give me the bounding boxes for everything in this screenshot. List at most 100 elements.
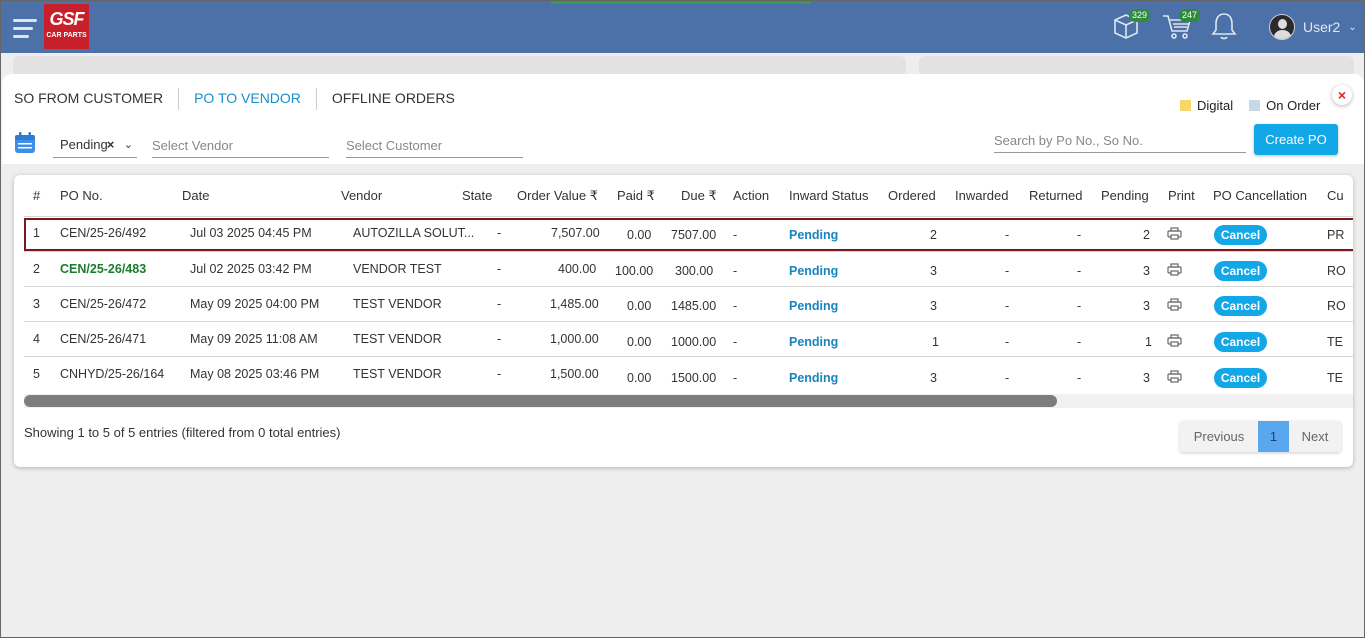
printer-icon[interactable] [1167,298,1182,311]
action-value[interactable]: - [733,335,737,349]
bell-icon[interactable] [1211,11,1237,44]
col-inwarded[interactable]: Inwarded [955,188,1008,203]
col-state[interactable]: State [462,188,492,203]
status-value: Pending [60,137,108,152]
due-value: 1000.00 [671,335,717,349]
col-order-value[interactable]: Order Value ₹ [517,188,598,204]
table-row[interactable]: 1 CEN/25-26/492 Jul 03 2025 04:45 PM AUT… [24,216,1353,251]
avatar [1269,14,1295,40]
inward-status[interactable]: Pending [789,371,838,385]
chevron-down-icon: ⌄ [1348,21,1357,33]
scrollbar-thumb[interactable] [24,395,1057,407]
customer-value: RO [1327,299,1346,313]
user-menu[interactable]: User2 ⌄ [1269,14,1357,40]
col-customer[interactable]: Cu [1327,188,1344,203]
customer-value: RO [1327,264,1346,278]
cart-icon[interactable]: 247 [1161,9,1201,44]
po-table: # PO No. Date Vendor State Order Value ₹… [14,175,1353,467]
previous-button[interactable]: Previous [1180,421,1258,452]
next-button[interactable]: Next [1289,421,1341,452]
due-value: 300.00 [675,264,714,278]
legend-digital: Digital [1180,98,1233,113]
po-number[interactable]: CEN/25-26/483 [60,262,146,276]
box-icon[interactable]: 329 [1111,9,1151,44]
action-value[interactable]: - [733,228,737,242]
create-po-button[interactable]: Create PO [1254,124,1338,155]
po-date: Jul 03 2025 04:45 PM [190,226,312,240]
row-index: 5 [33,367,40,381]
cancel-button[interactable]: Cancel [1214,261,1267,281]
logo[interactable]: GSF CAR PARTS [44,4,89,49]
action-value[interactable]: - [733,264,737,278]
modal-header: SO FROM CUSTOMER PO TO VENDOR OFFLINE OR… [2,74,1364,164]
pending-qty: 3 [1143,264,1150,278]
vendor-select[interactable] [152,134,329,158]
col-due[interactable]: Due ₹ [681,188,717,204]
customer-value: PR [1327,228,1345,242]
state-value: - [497,332,502,346]
user-name: User2 [1303,19,1341,35]
row-index: 4 [33,332,40,346]
close-button[interactable]: × [1332,85,1352,105]
col-returned[interactable]: Returned [1029,188,1082,203]
col-paid[interactable]: Paid ₹ [617,188,655,204]
action-value[interactable]: - [733,299,737,313]
row-index: 2 [33,262,40,276]
returned-qty: - [1077,371,1082,385]
po-number[interactable]: CEN/25-26/471 [60,332,146,346]
col-vendor[interactable]: Vendor [341,188,382,203]
customer-select[interactable] [346,134,523,158]
legend-label: On Order [1266,98,1321,113]
table-row[interactable]: 5 CNHYD/25-26/164 May 08 2025 03:46 PM T… [24,356,1353,391]
printer-icon[interactable] [1167,370,1182,383]
col-inward-status[interactable]: Inward Status [789,188,869,203]
printer-icon[interactable] [1167,263,1182,276]
vendor-name: TEST VENDOR [353,367,442,381]
status-select[interactable]: Pending× ⌄ [53,136,137,158]
col-pending[interactable]: Pending [1101,188,1149,203]
cancel-button[interactable]: Cancel [1214,332,1267,352]
paid-value: 0.00 [627,371,652,385]
table-row[interactable]: 4 CEN/25-26/471 May 09 2025 11:08 AM TES… [24,321,1353,356]
table-row[interactable]: 2 CEN/25-26/483 Jul 02 2025 03:42 PM VEN… [24,251,1353,286]
action-value[interactable]: - [733,371,737,385]
col-po-no[interactable]: PO No. [60,188,103,203]
returned-qty: - [1077,264,1082,278]
menu-icon[interactable] [13,19,37,39]
horizontal-scrollbar[interactable] [24,394,1353,408]
inward-status[interactable]: Pending [789,335,838,349]
cancel-button[interactable]: Cancel [1214,368,1267,388]
legend-label: Digital [1197,98,1234,113]
search-input[interactable] [994,129,1246,153]
calendar-icon[interactable] [14,132,36,154]
col-date[interactable]: Date [182,188,209,203]
order-tabs: SO FROM CUSTOMER PO TO VENDOR OFFLINE OR… [14,88,470,110]
po-number[interactable]: CEN/25-26/492 [60,226,146,240]
inward-status[interactable]: Pending [789,299,838,313]
po-number[interactable]: CNHYD/25-26/164 [60,367,164,381]
page-1-button[interactable]: 1 [1258,421,1289,452]
tab-offline-orders[interactable]: OFFLINE ORDERS [317,88,470,110]
inward-status[interactable]: Pending [789,264,838,278]
inward-status[interactable]: Pending [789,228,838,242]
printer-icon[interactable] [1167,334,1182,347]
cancel-button[interactable]: Cancel [1214,296,1267,316]
tab-so-from-customer[interactable]: SO FROM CUSTOMER [14,88,180,110]
cancel-button[interactable]: Cancel [1214,225,1267,245]
legend-swatch-on-order [1249,100,1261,111]
pending-qty: 1 [1145,335,1152,349]
printer-icon[interactable] [1167,227,1182,240]
vendor-name: AUTOZILLA SOLUT... [353,226,475,240]
inwarded-qty: - [1005,371,1010,385]
clear-status-icon[interactable]: × [107,137,115,152]
inwarded-qty: - [1005,299,1010,313]
orders-modal: SO FROM CUSTOMER PO TO VENDOR OFFLINE OR… [2,74,1364,637]
po-number[interactable]: CEN/25-26/472 [60,297,146,311]
tab-po-to-vendor[interactable]: PO TO VENDOR [179,88,317,110]
state-value: - [497,297,502,311]
top-bar: GSF CAR PARTS 329 247 User2 ⌄ [1,1,1364,53]
customer-value: TE [1327,335,1343,349]
table-row[interactable]: 3 CEN/25-26/472 May 09 2025 04:00 PM TES… [24,286,1353,321]
col-ordered[interactable]: Ordered [888,188,936,203]
inwarded-qty: - [1005,264,1010,278]
